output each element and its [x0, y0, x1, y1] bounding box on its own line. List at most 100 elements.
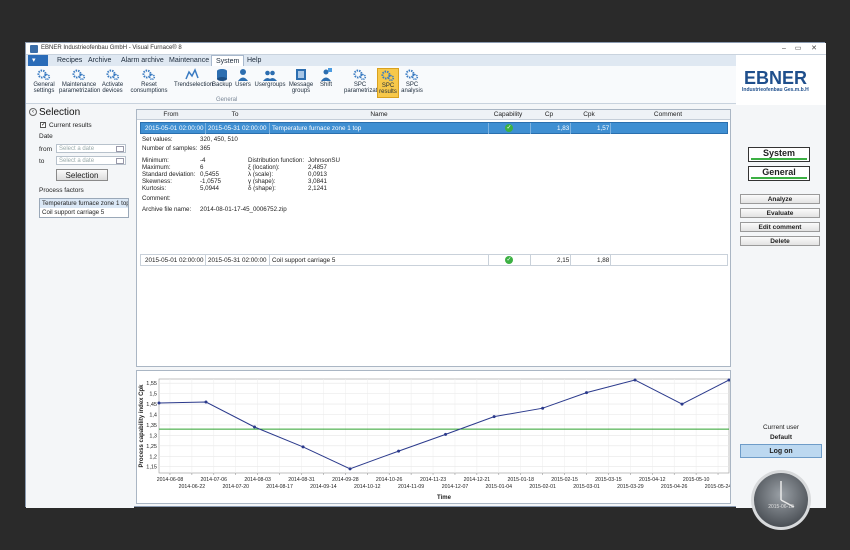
file-menu[interactable]: ▾ [28, 55, 48, 66]
delete-button[interactable]: Delete [740, 236, 820, 246]
collapse-icon[interactable]: ‹ [29, 108, 37, 116]
cell-name: Temperature furnace zone 1 top [272, 125, 362, 132]
x-tick-label: 2015-03-29 [617, 484, 644, 490]
ribbon-button-label: Users [235, 82, 251, 88]
logo-subtext: Industrieofenbau Ges.m.b.H [742, 87, 809, 93]
to-label: to [39, 158, 45, 165]
data-point [397, 449, 401, 453]
menu-archive[interactable]: Archive [84, 55, 115, 66]
result-details: Set values: 320, 450, 510 Number of samp… [142, 136, 542, 216]
ribbon-button-usergroups[interactable]: Usergroups [254, 68, 286, 98]
column-header-from[interactable]: From [143, 111, 199, 118]
ribbon-button-activate-devices[interactable]: Activate devices [100, 68, 125, 98]
archive-label: Archive file name: [142, 206, 192, 213]
delta-value: 2,1241 [308, 185, 327, 192]
ribbon-button-shift[interactable]: Shift [316, 68, 336, 98]
column-header-cpk[interactable]: Cpk [569, 111, 609, 118]
distribution-value: JohnsonSU [308, 157, 340, 164]
x-tick-label: 2015-02-15 [551, 477, 578, 483]
selection-panel: ‹ Selection ✓ Current results Date from … [26, 105, 134, 508]
data-point [633, 378, 637, 382]
analyze-button[interactable]: Analyze [740, 194, 820, 204]
table-row[interactable]: 2015-05-01 02:00:00 2015-05-31 02:00:00 … [140, 254, 728, 266]
y-tick-label: 1,35 [146, 423, 157, 429]
column-header-cp[interactable]: Cp [529, 111, 569, 118]
skewness-value: -1,0575 [200, 178, 221, 185]
ribbon-button-backup[interactable]: Backup [212, 68, 232, 98]
column-header-to[interactable]: To [199, 111, 271, 118]
menu-system[interactable]: System [211, 55, 245, 66]
ribbon-button-message-groups[interactable]: Message groups [288, 68, 314, 98]
kurtosis-label: Kurtosis: [142, 185, 167, 192]
ribbon-button-users[interactable]: Users [233, 68, 253, 98]
cell-cpk: 1,88 [597, 257, 610, 264]
system-button[interactable]: System [748, 147, 810, 162]
maximize-icon[interactable]: ▭ [792, 44, 804, 53]
y-tick-label: 1,15 [146, 465, 157, 471]
list-item[interactable]: Temperature furnace zone 1 top [40, 199, 128, 208]
gamma-value: 3,0841 [308, 178, 327, 185]
y-tick-label: 1,5 [149, 392, 157, 398]
xi-value: 2,4857 [308, 164, 327, 171]
gears-icon [37, 68, 51, 81]
to-date-field[interactable]: Select a date [56, 156, 126, 165]
data-point [444, 432, 448, 436]
x-tick-label: 2014-07-20 [222, 484, 249, 490]
set-values-value: 320, 450, 510 [200, 136, 238, 143]
x-tick-label: 2015-02-01 [529, 484, 556, 490]
xi-label: ξ (location): [248, 164, 280, 171]
ribbon-button-spc-parametrization[interactable]: SPC parametrization [344, 68, 385, 98]
ribbon-button-general-settings[interactable]: General settings [31, 68, 57, 98]
ribbon-button-spc-analysis[interactable]: SPC analysis [400, 68, 424, 98]
std-value: 0,5455 [200, 171, 219, 178]
table-row[interactable]: 2015-05-01 02:00:00 2015-05-31 02:00:00 … [140, 122, 728, 134]
delta-label: δ (shape): [248, 185, 276, 192]
cell-cp: 2,15 [557, 257, 570, 264]
clock-icon: 2015-06-10 [751, 470, 811, 530]
general-button[interactable]: General [748, 166, 810, 181]
ribbon-button-label: Backup [212, 82, 233, 88]
column-header-comment[interactable]: Comment [609, 111, 727, 118]
list-item[interactable]: Coil support carriage 5 [40, 208, 128, 217]
current-results-checkbox[interactable]: ✓ [40, 122, 46, 128]
x-tick-label: 2014-10-26 [376, 477, 403, 483]
calendar-icon[interactable] [116, 158, 124, 164]
minimum-value: -4 [200, 157, 206, 164]
menu-recipes[interactable]: Recipes [53, 55, 86, 66]
y-tick-label: 1,55 [146, 381, 157, 387]
title-bar: EBNER Industrieofenbau GmbH - Visual Fur… [26, 43, 826, 55]
lambda-value: 0,0913 [308, 171, 327, 178]
ribbon-button-maintenance-parametrization[interactable]: Maintenance parametrization [59, 68, 100, 98]
column-header-capability[interactable]: Capability [487, 111, 529, 118]
selection-button[interactable]: Selection [56, 169, 108, 181]
ribbon-button-trendselection[interactable]: Trendselection [174, 68, 213, 98]
edit-comment-button[interactable]: Edit comment [740, 222, 820, 232]
num-samples-label: Number of samples: [142, 145, 198, 152]
x-tick-label: 2014-07-06 [201, 477, 228, 483]
cell-to: 2015-05-31 02:00:00 [208, 257, 267, 264]
log-on-button[interactable]: Log on [740, 444, 822, 458]
evaluate-button[interactable]: Evaluate [740, 208, 820, 218]
process-factors-list[interactable]: Temperature furnace zone 1 top Coil supp… [39, 198, 129, 218]
skewness-label: Skewness: [142, 178, 172, 185]
calendar-icon[interactable] [116, 146, 124, 152]
database-icon [215, 68, 229, 81]
x-tick-label: 2014-12-21 [464, 477, 491, 483]
menu-alarm-archive[interactable]: Alarm archive [117, 55, 168, 66]
from-date-field[interactable]: Select a date [56, 144, 126, 153]
menu-help[interactable]: Help [243, 55, 265, 66]
y-tick-label: 1,4 [149, 413, 157, 419]
ribbon-button-spc-results[interactable]: SPC results [377, 68, 399, 98]
y-tick-label: 1,25 [146, 444, 157, 450]
cell-to: 2015-05-31 02:00:00 [208, 125, 267, 132]
ribbon-button-reset-consumptions[interactable]: Reset consumptions [126, 68, 172, 98]
x-tick-label: 2015-04-12 [639, 477, 666, 483]
close-icon[interactable]: ✕ [808, 44, 820, 53]
y-tick-label: 1,2 [149, 454, 157, 460]
column-header-name[interactable]: Name [271, 111, 487, 118]
minimize-icon[interactable]: – [778, 44, 790, 53]
ribbon: General settings Maintenance parametrizat… [26, 66, 736, 104]
x-tick-label: 2015-03-15 [595, 477, 622, 483]
menu-maintenance[interactable]: Maintenance [165, 55, 213, 66]
x-tick-label: 2015-03-01 [573, 484, 600, 490]
